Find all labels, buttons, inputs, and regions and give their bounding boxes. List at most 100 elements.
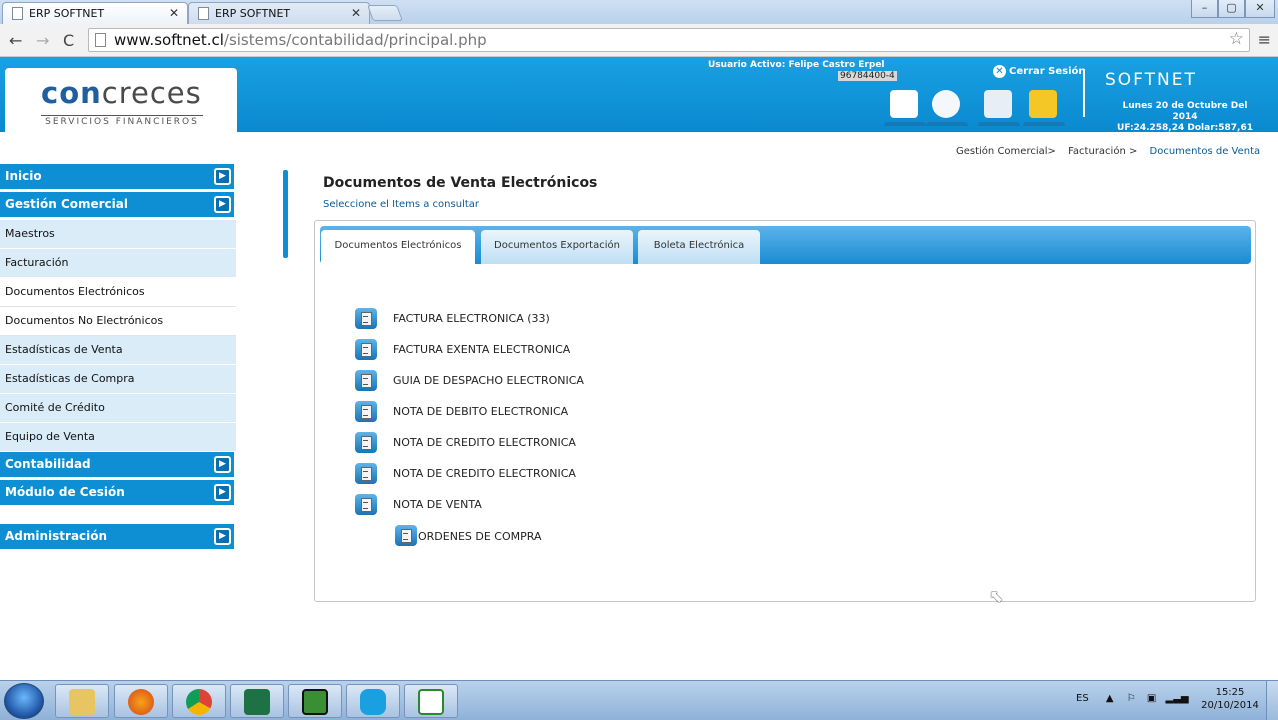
network-icon[interactable]: ▣ bbox=[1147, 693, 1156, 704]
taskbar-app[interactable] bbox=[404, 684, 458, 718]
clock[interactable]: 15:25 20/10/2014 bbox=[1200, 686, 1260, 712]
sidebar-item-label: Equipo de Venta bbox=[5, 430, 95, 443]
sidebar-item-label: Documentos Electrónicos bbox=[5, 285, 145, 298]
sidebar-item-facturacion[interactable]: Facturación bbox=[0, 249, 236, 278]
forward-icon[interactable]: → bbox=[36, 31, 49, 50]
document-label: FACTURA EXENTA ELECTRONICA bbox=[393, 343, 571, 356]
breadcrumb-current: Documentos de Venta bbox=[1149, 146, 1261, 157]
page-icon bbox=[198, 7, 209, 20]
sidebar-item-label: Facturación bbox=[5, 256, 69, 269]
list-icon[interactable] bbox=[978, 90, 1020, 126]
tab-documentos-exportacion[interactable]: Documentos Exportación bbox=[481, 230, 633, 264]
taskbar-excel[interactable] bbox=[230, 684, 284, 718]
sidebar-item-label: Documentos No Electrónicos bbox=[5, 314, 164, 327]
list-item[interactable]: NOTA DE CREDITO ELECTRONICA bbox=[355, 461, 584, 492]
taskbar-firefox[interactable] bbox=[114, 684, 168, 718]
dreamweaver-icon bbox=[302, 689, 328, 715]
report-icon[interactable] bbox=[884, 90, 926, 126]
document-icon bbox=[355, 494, 377, 515]
show-desktop-button[interactable] bbox=[1266, 681, 1278, 720]
back-icon[interactable]: ← bbox=[9, 31, 22, 50]
header-divider bbox=[1083, 69, 1085, 117]
logout-label: Cerrar Sesión bbox=[1009, 66, 1086, 77]
document-icon bbox=[355, 463, 377, 484]
sidebar-item-estadisticas-compra[interactable]: Estadísticas de Compra bbox=[0, 365, 236, 394]
sidebar-item-comite-credito[interactable]: Comité de Crédito bbox=[0, 394, 236, 423]
tab-bar: Documentos Electrónicos Documentos Expor… bbox=[320, 226, 1251, 264]
document-label: NOTA DE DEBITO ELECTRONICA bbox=[393, 405, 569, 418]
address-bar[interactable]: www.softnet.cl/sistems/contabilidad/prin… bbox=[88, 28, 1250, 52]
signal-icon[interactable]: ▂▃▅ bbox=[1166, 693, 1189, 704]
header-rates: UF:24.258,24 Dolar:587,61 bbox=[1117, 123, 1253, 133]
users-icon[interactable] bbox=[926, 90, 968, 126]
mouse-cursor-icon: ⬉ bbox=[989, 587, 1004, 607]
sidebar-item-label: Gestión Comercial bbox=[5, 197, 128, 211]
document-label: NOTA DE CREDITO ELECTRONICA bbox=[393, 467, 576, 480]
taskbar-chrome[interactable] bbox=[172, 684, 226, 718]
sidebar-item-label: Módulo de Cesión bbox=[5, 485, 125, 499]
reload-icon[interactable]: C bbox=[63, 31, 74, 50]
folder-icon bbox=[69, 689, 95, 715]
sidebar-item-administracion[interactable]: Administración ▶ bbox=[0, 524, 234, 550]
list-item[interactable]: NOTA DE VENTA bbox=[355, 492, 584, 523]
close-window-button[interactable]: ✕ bbox=[1245, 0, 1275, 18]
folder-icon[interactable] bbox=[1023, 90, 1065, 126]
sidebar-item-label: Contabilidad bbox=[5, 457, 91, 471]
flag-icon[interactable]: ⚐ bbox=[1127, 693, 1136, 704]
sidebar-item-inicio[interactable]: Inicio ▶ bbox=[0, 164, 234, 190]
tray-expand-icon[interactable]: ▲ bbox=[1106, 693, 1114, 704]
close-icon[interactable]: ✕ bbox=[351, 6, 361, 20]
logo-text-b: creces bbox=[101, 76, 202, 110]
document-label: NOTA DE VENTA bbox=[393, 498, 482, 511]
sidebar-item-gestion-comercial[interactable]: Gestión Comercial ▶ bbox=[0, 192, 234, 218]
sidebar-collapse-handle[interactable] bbox=[283, 170, 288, 258]
active-user-label: Usuario Activo: Felipe Castro Erpel bbox=[708, 60, 885, 70]
list-item[interactable]: NOTA DE CREDITO ELECTRONICA bbox=[355, 430, 584, 461]
list-item[interactable]: FACTURA EXENTA ELECTRONICA bbox=[355, 337, 584, 368]
browser-tab-1[interactable]: ERP SOFTNET ✕ bbox=[2, 2, 188, 24]
chevron-right-icon: ▶ bbox=[214, 196, 231, 213]
sidebar-item-modulo-cesion[interactable]: Módulo de Cesión ▶ bbox=[0, 480, 234, 506]
sidebar-item-maestros[interactable]: Maestros bbox=[0, 220, 236, 249]
chevron-right-icon: ▶ bbox=[214, 168, 231, 185]
minimize-button[interactable]: – bbox=[1191, 0, 1218, 18]
sidebar-item-contabilidad[interactable]: Contabilidad ▶ bbox=[0, 452, 234, 478]
list-item[interactable]: GUIA DE DESPACHO ELECTRONICA bbox=[355, 368, 584, 399]
sidebar-item-label: Maestros bbox=[5, 227, 55, 240]
list-item[interactable]: NOTA DE DEBITO ELECTRONICA bbox=[355, 399, 584, 430]
sidebar-item-equipo-venta[interactable]: Equipo de Venta bbox=[0, 423, 236, 452]
taskbar-dreamweaver[interactable] bbox=[288, 684, 342, 718]
softnet-brand: SOFTNET bbox=[1105, 70, 1197, 90]
company-logo[interactable]: concreces SERVICIOS FINANCIEROS bbox=[5, 68, 237, 132]
maximize-button[interactable]: ▢ bbox=[1218, 0, 1245, 18]
tab-boleta-electronica[interactable]: Boleta Electrónica bbox=[638, 230, 760, 264]
browser-tab-2[interactable]: ERP SOFTNET ✕ bbox=[188, 2, 370, 24]
sidebar-item-documentos-no-electronicos[interactable]: Documentos No Electrónicos bbox=[0, 307, 236, 336]
taskbar-explorer[interactable] bbox=[55, 684, 109, 718]
skype-icon bbox=[360, 689, 386, 715]
close-icon[interactable]: ✕ bbox=[169, 6, 179, 20]
breadcrumb-item[interactable]: Facturación > bbox=[1068, 146, 1137, 157]
sidebar-item-estadisticas-venta[interactable]: Estadísticas de Venta bbox=[0, 336, 236, 365]
menu-icon[interactable]: ≡ bbox=[1258, 30, 1271, 49]
document-icon bbox=[395, 525, 417, 546]
start-button[interactable] bbox=[4, 683, 44, 719]
logo-subtitle: SERVICIOS FINANCIEROS bbox=[41, 115, 203, 127]
taskbar-skype[interactable] bbox=[346, 684, 400, 718]
sidebar-item-label: Inicio bbox=[5, 169, 42, 183]
document-label: NOTA DE CREDITO ELECTRONICA bbox=[393, 436, 576, 449]
breadcrumb-item[interactable]: Gestión Comercial> bbox=[956, 146, 1056, 157]
logout-button[interactable]: ✕ Cerrar Sesión bbox=[993, 65, 1086, 78]
list-item-sub[interactable]: ORDENES DE COMPRA bbox=[395, 523, 584, 554]
tab-documentos-electronicos[interactable]: Documentos Electrónicos bbox=[321, 230, 475, 264]
chrome-icon bbox=[186, 689, 212, 715]
sidebar-item-documentos-electronicos[interactable]: Documentos Electrónicos bbox=[0, 278, 236, 307]
language-indicator[interactable]: ES bbox=[1076, 693, 1089, 704]
bookmark-star-icon[interactable]: ☆ bbox=[1229, 29, 1244, 49]
close-circle-icon: ✕ bbox=[993, 65, 1006, 78]
new-tab-button[interactable] bbox=[367, 5, 403, 21]
page-title: Documentos de Venta Electrónicos bbox=[323, 175, 598, 191]
list-item[interactable]: FACTURA ELECTRONICA (33) bbox=[355, 306, 584, 337]
documents-panel: Documentos Electrónicos Documentos Expor… bbox=[314, 220, 1256, 602]
browser-tab-title: ERP SOFTNET bbox=[215, 7, 291, 20]
